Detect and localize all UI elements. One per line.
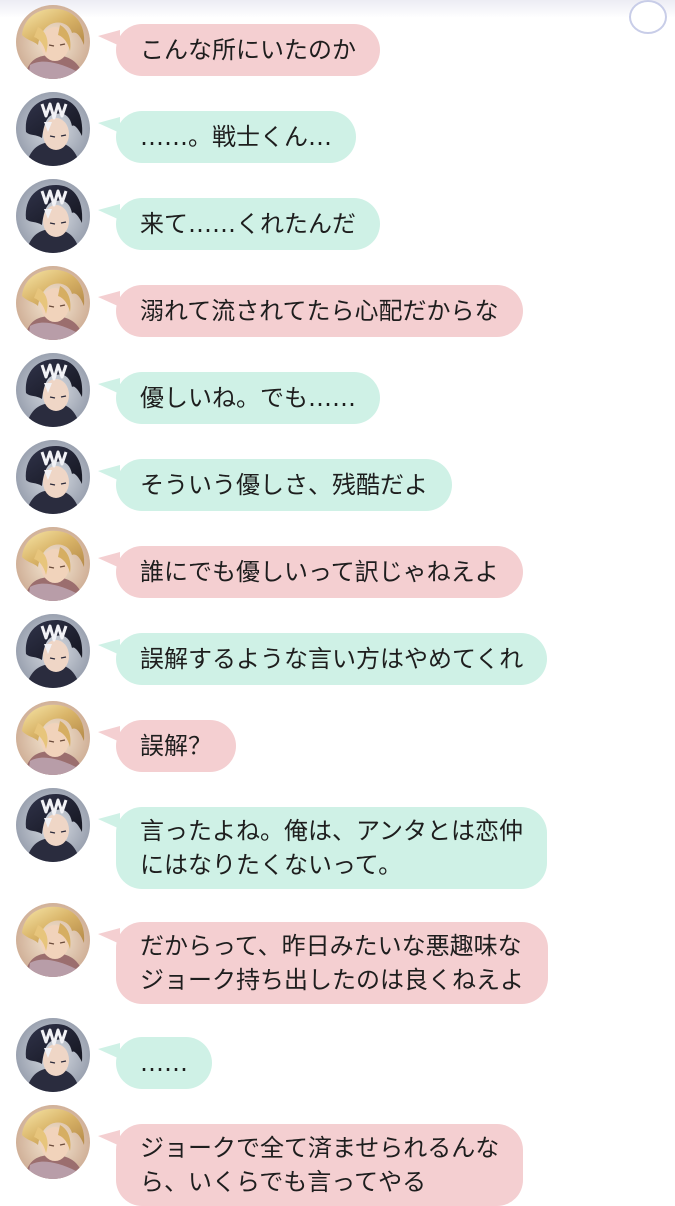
dark-haired-avatar-icon[interactable] <box>16 92 90 166</box>
message-text: ジョーク持ち出したのは良くねえよ <box>140 966 524 994</box>
message-text: 来て……くれたんだ <box>140 210 356 238</box>
chat-message: 誤解？ <box>0 701 675 777</box>
message-bubble: ……。戦士くん… <box>98 111 356 163</box>
chat-message: ……。戦士くん… <box>0 92 675 168</box>
dark-haired-avatar-icon[interactable] <box>16 440 90 514</box>
message-bubble: 誤解？ <box>98 720 236 772</box>
blonde-avatar-icon[interactable] <box>16 5 90 79</box>
dark-haired-avatar-icon[interactable] <box>16 179 90 253</box>
message-text: だからって、昨日みたいな悪趣味な <box>140 932 522 960</box>
chat-message: そういう優しさ、残酷だよ <box>0 440 675 516</box>
chat-message: だからって、昨日みたいな悪趣味な ジョーク持ち出したのは良くねえよ <box>0 903 675 1005</box>
message-text: …… <box>140 1049 188 1077</box>
dark-haired-avatar-icon[interactable] <box>16 353 90 427</box>
dark-haired-avatar-icon[interactable] <box>16 788 90 862</box>
message-bubble: 誰にでも優しいって訳じゃねえよ <box>98 546 523 598</box>
message-bubble: 優しいね。でも…… <box>98 372 380 424</box>
chat-message: 言ったよね。俺は、アンタとは恋仲 にはなりたくないって。 <box>0 788 675 890</box>
message-text: 誰にでも優しいって訳じゃねえよ <box>140 558 499 586</box>
message-text: こんな所にいたのか <box>140 36 356 64</box>
chat-message: 誰にでも優しいって訳じゃねえよ <box>0 527 675 603</box>
message-bubble: そういう優しさ、残酷だよ <box>98 459 452 511</box>
message-bubble: …… <box>98 1037 212 1089</box>
blonde-avatar-icon[interactable] <box>16 266 90 340</box>
message-text: そういう優しさ、残酷だよ <box>140 471 428 499</box>
chat-message: …… <box>0 1018 675 1094</box>
chat-message: ジョークで全て済ませられるんな ら、いくらでも言ってやる <box>0 1105 675 1206</box>
chat-message: こんな所にいたのか <box>0 5 675 81</box>
blonde-avatar-icon[interactable] <box>16 903 90 977</box>
message-bubble: だからって、昨日みたいな悪趣味な ジョーク持ち出したのは良くねえよ <box>98 922 548 1004</box>
chat-message: 誤解するような言い方はやめてくれ <box>0 614 675 690</box>
message-text: にはなりたくないって。 <box>140 851 403 879</box>
blonde-avatar-icon[interactable] <box>16 701 90 775</box>
dark-haired-avatar-icon[interactable] <box>16 1018 90 1092</box>
chat-message: 溺れて流されてたら心配だからな <box>0 266 675 342</box>
message-bubble: 言ったよね。俺は、アンタとは恋仲 にはなりたくないって。 <box>97 807 548 889</box>
message-text: ……。戦士くん… <box>140 123 332 151</box>
blonde-avatar-icon[interactable] <box>16 1105 90 1179</box>
dark-haired-avatar-icon[interactable] <box>16 614 90 688</box>
message-bubble: 来て……くれたんだ <box>98 198 380 250</box>
message-text: 優しいね。でも…… <box>140 384 356 412</box>
message-text: 溺れて流されてたら心配だからな <box>140 297 499 325</box>
message-text: ジョークで全て済ませられるんな <box>140 1134 500 1162</box>
chat-message: 優しいね。でも…… <box>0 353 675 429</box>
message-text: 誤解？ <box>140 732 212 760</box>
message-text: 言ったよね。俺は、アンタとは恋仲 <box>140 817 524 845</box>
message-bubble: こんな所にいたのか <box>98 24 380 76</box>
chat-message: 来て……くれたんだ <box>0 179 675 255</box>
blonde-avatar-icon[interactable] <box>16 527 90 601</box>
message-text: 誤解するような言い方はやめてくれ <box>140 645 524 673</box>
message-bubble: 溺れて流されてたら心配だからな <box>98 285 523 337</box>
message-bubble: 誤解するような言い方はやめてくれ <box>97 633 548 685</box>
message-text: ら、いくらでも言ってやる <box>140 1168 427 1196</box>
message-bubble: ジョークで全て済ませられるんな ら、いくらでも言ってやる <box>97 1124 524 1206</box>
